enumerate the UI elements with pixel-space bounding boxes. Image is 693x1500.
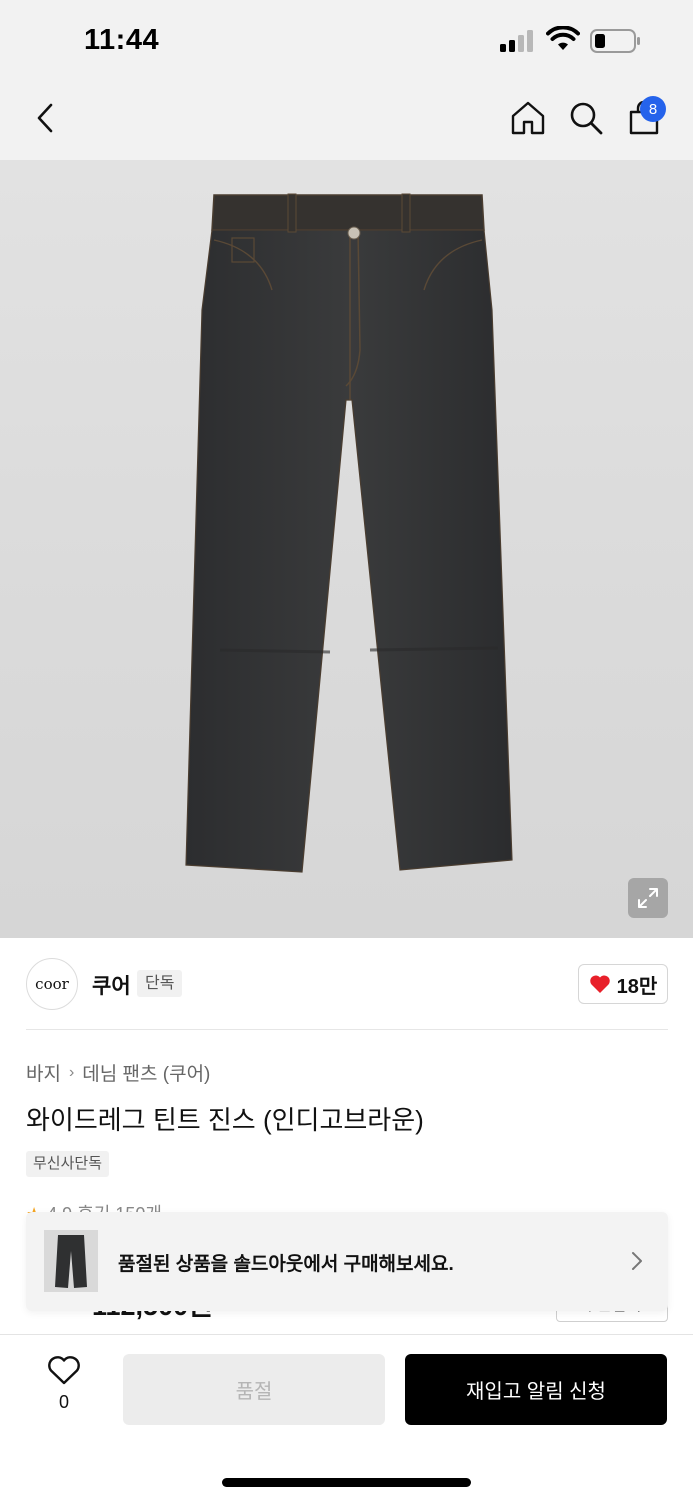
restock-alert-button-label: 재입고 알림 신청 [466, 1381, 606, 1403]
search-button[interactable] [566, 98, 606, 138]
home-indicator[interactable] [222, 1478, 471, 1487]
status-time: 11:44 [84, 24, 160, 56]
breadcrumb-item-category[interactable]: 바지 [26, 1059, 61, 1086]
expand-image-button[interactable] [628, 878, 668, 918]
status-bar: 11:44 [0, 0, 693, 80]
soldout-button: 품절 [123, 1354, 385, 1425]
divider [26, 1029, 668, 1030]
search-icon [570, 102, 603, 135]
back-button[interactable] [26, 98, 66, 138]
product-image[interactable] [0, 160, 693, 938]
chevron-left-icon [37, 103, 53, 133]
jeans-image [185, 193, 513, 873]
soldout-toast[interactable]: 품절된 상품을 솔드아웃에서 구매해보세요. [26, 1212, 668, 1311]
expand-icon [638, 888, 658, 908]
brand-logo[interactable]: coor [26, 958, 78, 1010]
brand-logo-text: coor [35, 975, 69, 993]
toast-product-thumbnail [44, 1230, 98, 1292]
heart-outline-icon [48, 1356, 80, 1385]
brand-exclusive-tag: 단독 [137, 970, 183, 997]
restock-alert-button[interactable]: 재입고 알림 신청 [405, 1354, 667, 1425]
toast-message: 품절된 상품을 솔드아웃에서 구매해보세요. [118, 1254, 454, 1275]
brand-like-count: 18만 [616, 975, 658, 998]
heart-icon [589, 975, 610, 993]
brand-like-button[interactable]: 18만 [578, 964, 668, 1004]
jeans-thumbnail-image [55, 1235, 87, 1288]
breadcrumb-item-subcategory[interactable]: 데님 팬츠 (쿠어) [82, 1059, 210, 1086]
wifi-icon [546, 26, 580, 50]
chevron-right-icon: › [68, 1063, 75, 1081]
nav-bar: 8 [0, 80, 693, 160]
wishlist-count: 0 [58, 1392, 69, 1412]
brand-name[interactable]: 쿠어 [92, 970, 131, 1000]
battery-icon [590, 29, 640, 53]
product-title: 와이드레그 틴트 진스 (인디고브라운) [26, 1105, 424, 1135]
cart-count-badge: 8 [640, 96, 666, 122]
cellular-signal-icon [500, 30, 533, 52]
home-icon [511, 101, 545, 135]
breadcrumb: 바지 › 데님 팬츠 (쿠어) [26, 1059, 210, 1086]
home-button[interactable] [508, 98, 548, 138]
bottom-bar-divider [0, 1334, 693, 1335]
wishlist-button[interactable]: 0 [40, 1356, 88, 1422]
soldout-button-label: 품절 [235, 1381, 273, 1403]
exclusive-tag: 무신사단독 [26, 1151, 110, 1177]
chevron-right-icon [632, 1252, 642, 1270]
